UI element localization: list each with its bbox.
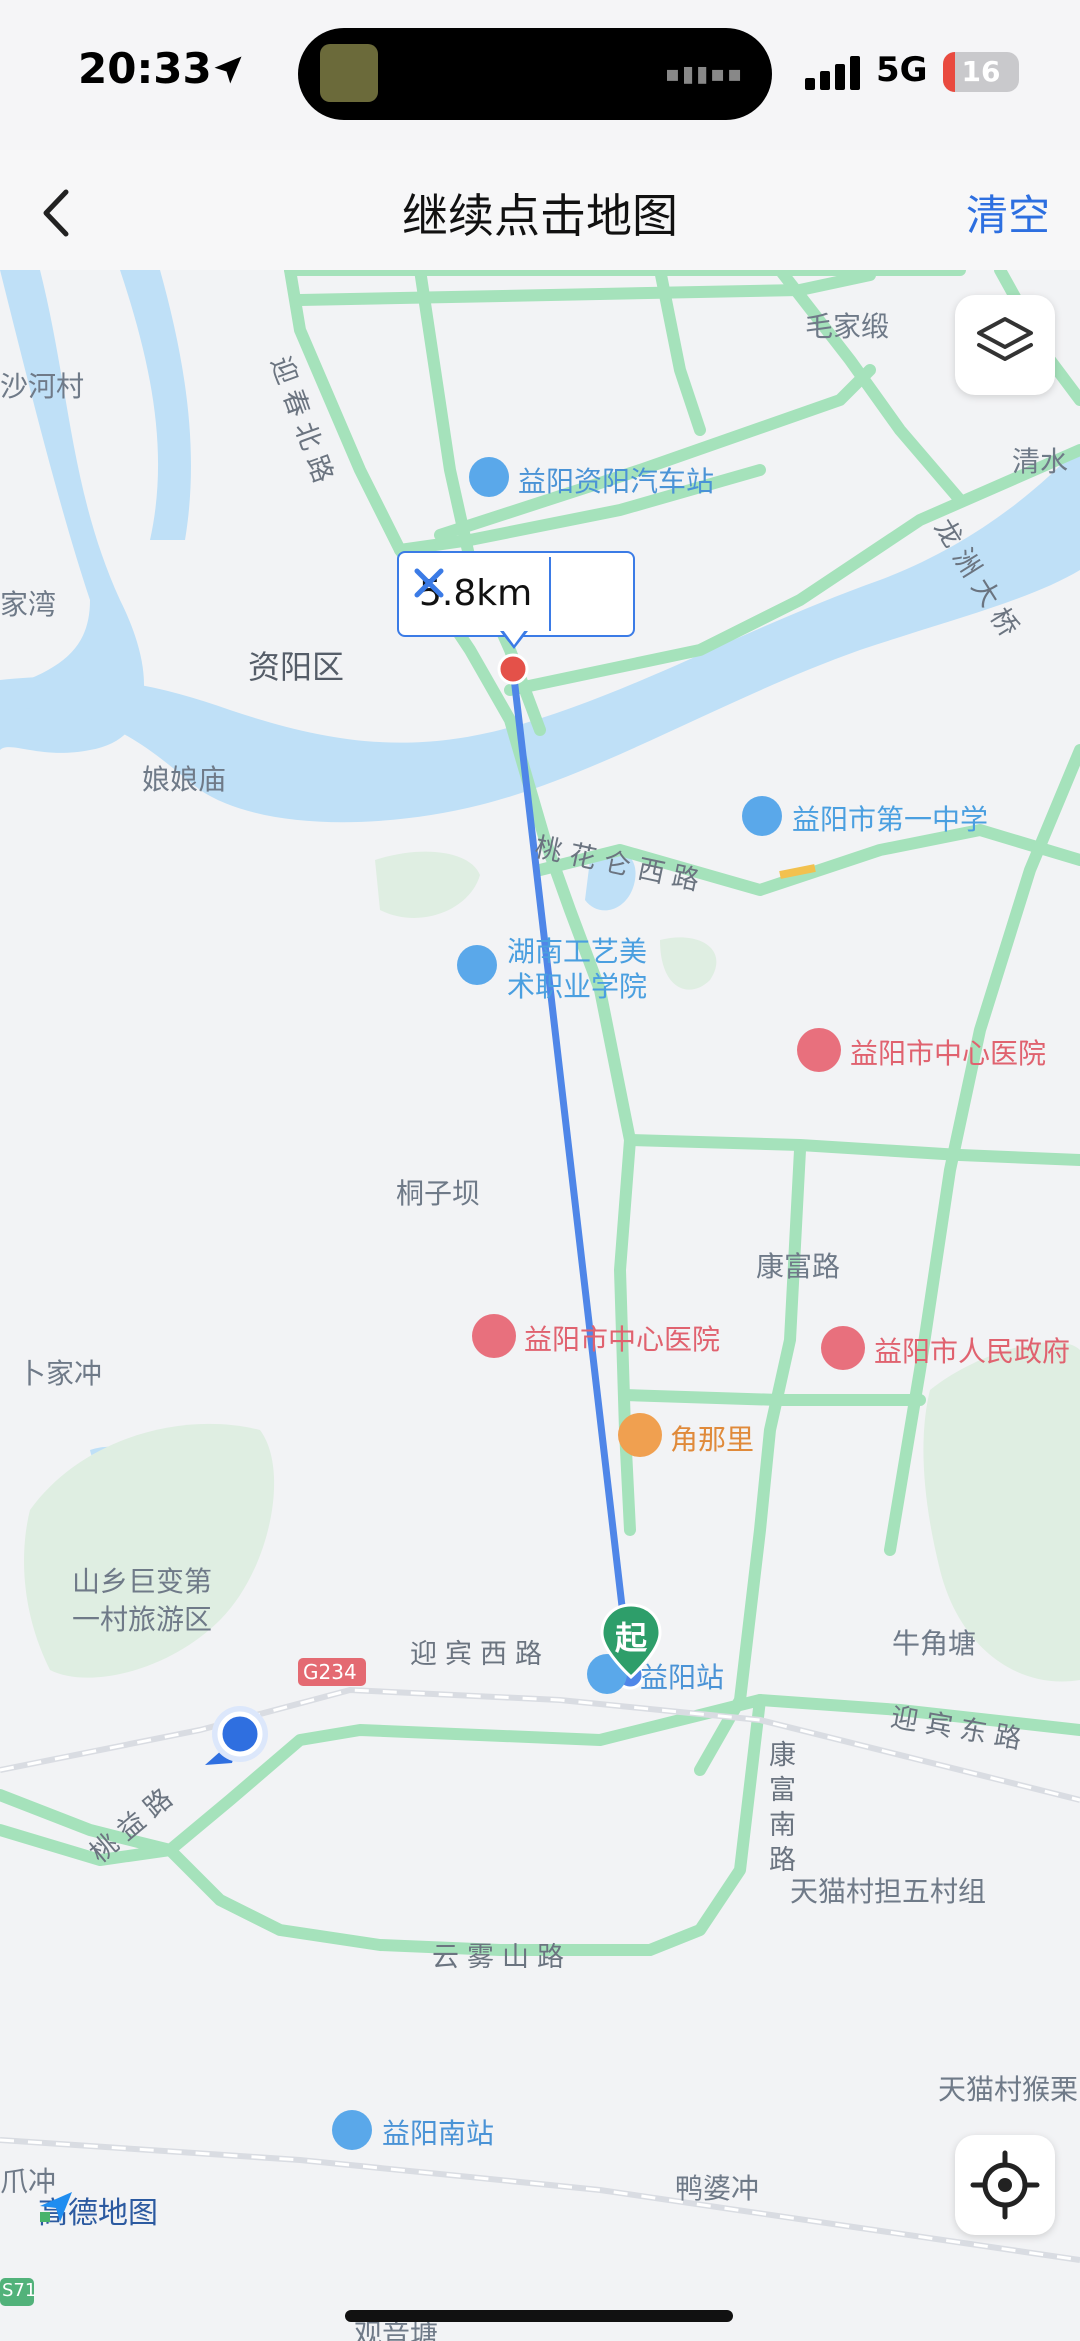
media-thumbnail — [320, 44, 378, 102]
poi-label: 益阳市中心医院 — [524, 1323, 721, 1356]
government-icon — [821, 1326, 865, 1370]
poi-label: 角那里 — [670, 1423, 755, 1456]
road-label: 康富南路 — [764, 1740, 795, 1880]
map-label: 天猫村担五村组 — [790, 1875, 987, 1908]
crosshair-icon — [970, 2150, 1040, 2220]
park-2 — [660, 937, 717, 990]
clear-button[interactable]: 清空 — [966, 182, 1050, 243]
status-time: 20:33 — [78, 44, 212, 93]
locate-me-button[interactable] — [955, 2135, 1055, 2235]
shopping-icon — [618, 1413, 662, 1457]
highway-shield-label: S71 — [2, 2280, 37, 2301]
college-icon — [457, 945, 497, 985]
poi-label: 益阳市人民政府 — [874, 1335, 1071, 1368]
poi-label: 益阳市第一中学 — [792, 803, 989, 836]
park-1 — [375, 851, 480, 918]
map-label: 鸭婆冲 — [675, 2172, 760, 2205]
poi-label: 益阳南站 — [382, 2117, 495, 2150]
network-type: 5G — [876, 50, 928, 90]
train-station-icon-2 — [332, 2110, 372, 2150]
battery-indicator: 16 — [943, 52, 1019, 92]
hospital-icon — [797, 1028, 841, 1072]
poi-label: 益阳资阳汽车站 — [518, 465, 715, 498]
map-label: 毛家缎 — [805, 310, 890, 343]
poi-label: 术职业学院 — [507, 970, 648, 1003]
map-label: 沙河村 — [0, 370, 85, 403]
road-label: 康富路 — [756, 1250, 841, 1283]
map-label: 清水 — [1012, 445, 1069, 478]
district-label: 资阳区 — [248, 648, 345, 686]
popup-divider — [549, 557, 551, 631]
audio-wave-icon: ▪▮▮▪▪ — [665, 62, 744, 87]
map-label: 一村旅游区 — [72, 1603, 213, 1636]
route-end-point — [497, 653, 529, 685]
map-label: 牛角塘 — [892, 1627, 977, 1660]
page-title: 继续点击地图 — [402, 189, 678, 243]
amap-logo-icon — [40, 2192, 72, 2222]
poi-label: 湖南工艺美 — [507, 935, 648, 968]
bus-station-icon — [469, 457, 509, 497]
map-label: 卜家冲 — [18, 1357, 103, 1390]
battery-percent: 16 — [961, 55, 1001, 88]
status-bar: 20:33 ▪▮▮▪▪ 5G 16 — [0, 0, 1080, 150]
distance-popup: 5.8km — [397, 551, 635, 637]
school-icon — [742, 796, 782, 836]
map-layers-button[interactable] — [955, 295, 1055, 395]
popup-tail-inner — [503, 630, 525, 645]
user-location-dot — [217, 1711, 263, 1757]
navigation-bar: 继续点击地图 清空 — [0, 150, 1080, 271]
highway-shield-label: G234 — [303, 1660, 357, 1684]
home-indicator[interactable] — [345, 2310, 733, 2322]
location-arrow-icon — [214, 56, 242, 84]
river-upper — [120, 270, 191, 540]
start-marker-label: 起 — [614, 1619, 647, 1657]
dynamic-island: ▪▮▮▪▪ — [298, 28, 772, 120]
poi-label: 益阳市中心医院 — [850, 1037, 1047, 1070]
hospital-icon-2 — [472, 1314, 516, 1358]
map-label: 天猫村猴栗 — [938, 2073, 1079, 2106]
map-canvas[interactable]: 沙河村 毛家缎 迎春北路 益阳资阳汽车站 清水 龙洲大桥 家湾 资阳区 娘娘庙 … — [0, 270, 1080, 2341]
park-3 — [24, 1423, 275, 1678]
brand-logo: 高德地图 — [38, 2188, 158, 2232]
map-label: 山乡巨变第 — [72, 1565, 213, 1598]
road-label: 云雾山路 — [432, 1942, 572, 1973]
map-label: 桐子坝 — [396, 1177, 481, 1210]
map-label: 家湾 — [0, 588, 57, 621]
measured-route-line — [509, 665, 634, 1679]
layers-icon — [977, 317, 1033, 361]
signal-strength-icon — [805, 56, 860, 90]
start-marker[interactable]: 起 — [600, 1603, 662, 1679]
close-icon[interactable] — [399, 553, 459, 613]
map-label: 娘娘庙 — [142, 763, 227, 796]
road-label: 迎宾西路 — [410, 1639, 550, 1670]
